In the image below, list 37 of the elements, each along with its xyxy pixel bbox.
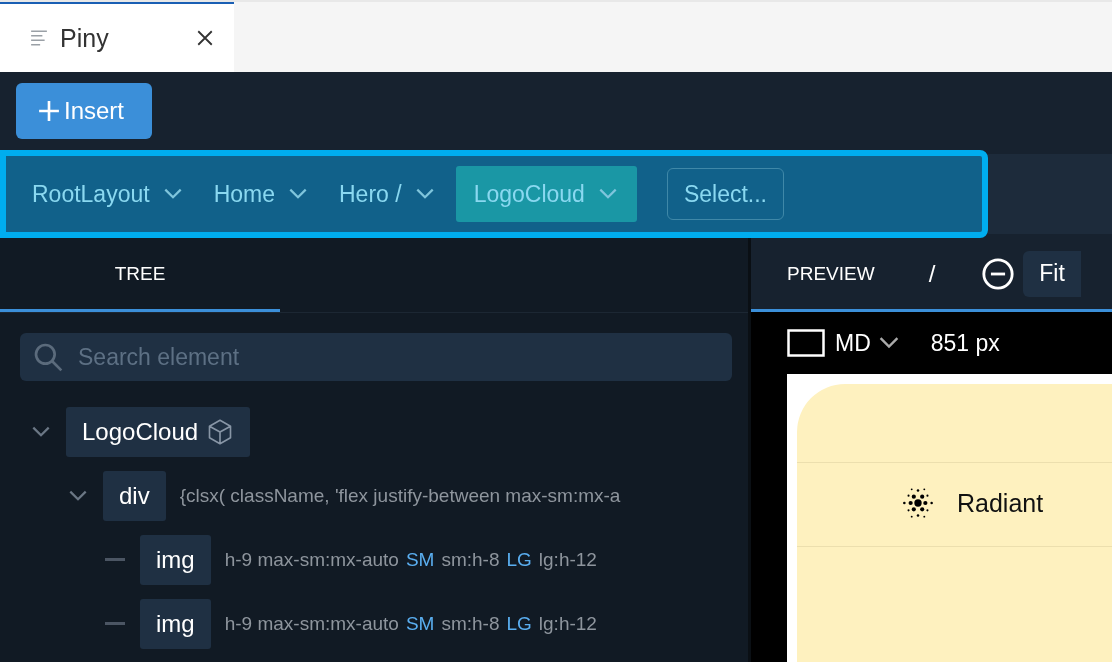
- close-icon[interactable]: [196, 29, 214, 47]
- element-tag[interactable]: img: [140, 535, 211, 585]
- plus-icon: [38, 100, 60, 122]
- editor-tab[interactable]: Piny: [0, 2, 234, 72]
- class-text: sm:h-8: [441, 613, 500, 635]
- logo-text: Radiant: [957, 488, 1044, 518]
- zoom-field[interactable]: Fit: [1023, 250, 1081, 297]
- class-text: {clsx( className, 'flex justify-between max-sm:mx-a: [179, 485, 621, 507]
- class-text: h-9 max-sm:mx-auto: [224, 549, 399, 571]
- panel-tab[interactable]: TREE: [0, 238, 280, 312]
- class-text: lg:h-12: [538, 613, 597, 635]
- zoom-out-icon[interactable]: [981, 256, 1016, 291]
- document-lines-icon: [30, 29, 48, 47]
- breakpoint-label: SM: [405, 549, 435, 571]
- element-tag[interactable]: div: [103, 471, 166, 521]
- component-tag[interactable]: LogoCloud: [66, 407, 251, 457]
- class-text: lg:h-12: [538, 549, 597, 571]
- tab-title: Piny: [60, 23, 110, 53]
- search-field[interactable]: Search element: [20, 333, 732, 381]
- screen-icon: [787, 329, 825, 357]
- page-path: /: [928, 259, 936, 288]
- breakpoint-label: LG: [506, 549, 532, 571]
- select-button[interactable]: Select...: [666, 168, 784, 220]
- breadcrumb-item[interactable]: RootLayout: [22, 166, 194, 222]
- width-readout: 851 px: [930, 329, 1000, 357]
- class-text: sm:h-8: [441, 549, 500, 571]
- element-tag[interactable]: img: [140, 599, 211, 649]
- breadcrumb-item[interactable]: Home: [203, 166, 319, 222]
- leaf-dash-icon: [105, 622, 125, 626]
- panel-tab[interactable]: PREVIEW: [787, 262, 875, 285]
- leaf-dash-icon: [105, 558, 125, 562]
- class-text: h-9 max-sm:mx-auto: [224, 613, 399, 635]
- search-icon: [32, 341, 64, 373]
- breadcrumb-item[interactable]: Hero /: [329, 166, 446, 222]
- breakpoint-label: SM: [405, 613, 435, 635]
- breakpoint-dropdown[interactable]: MD: [835, 329, 901, 357]
- breakpoint-label: LG: [506, 613, 532, 635]
